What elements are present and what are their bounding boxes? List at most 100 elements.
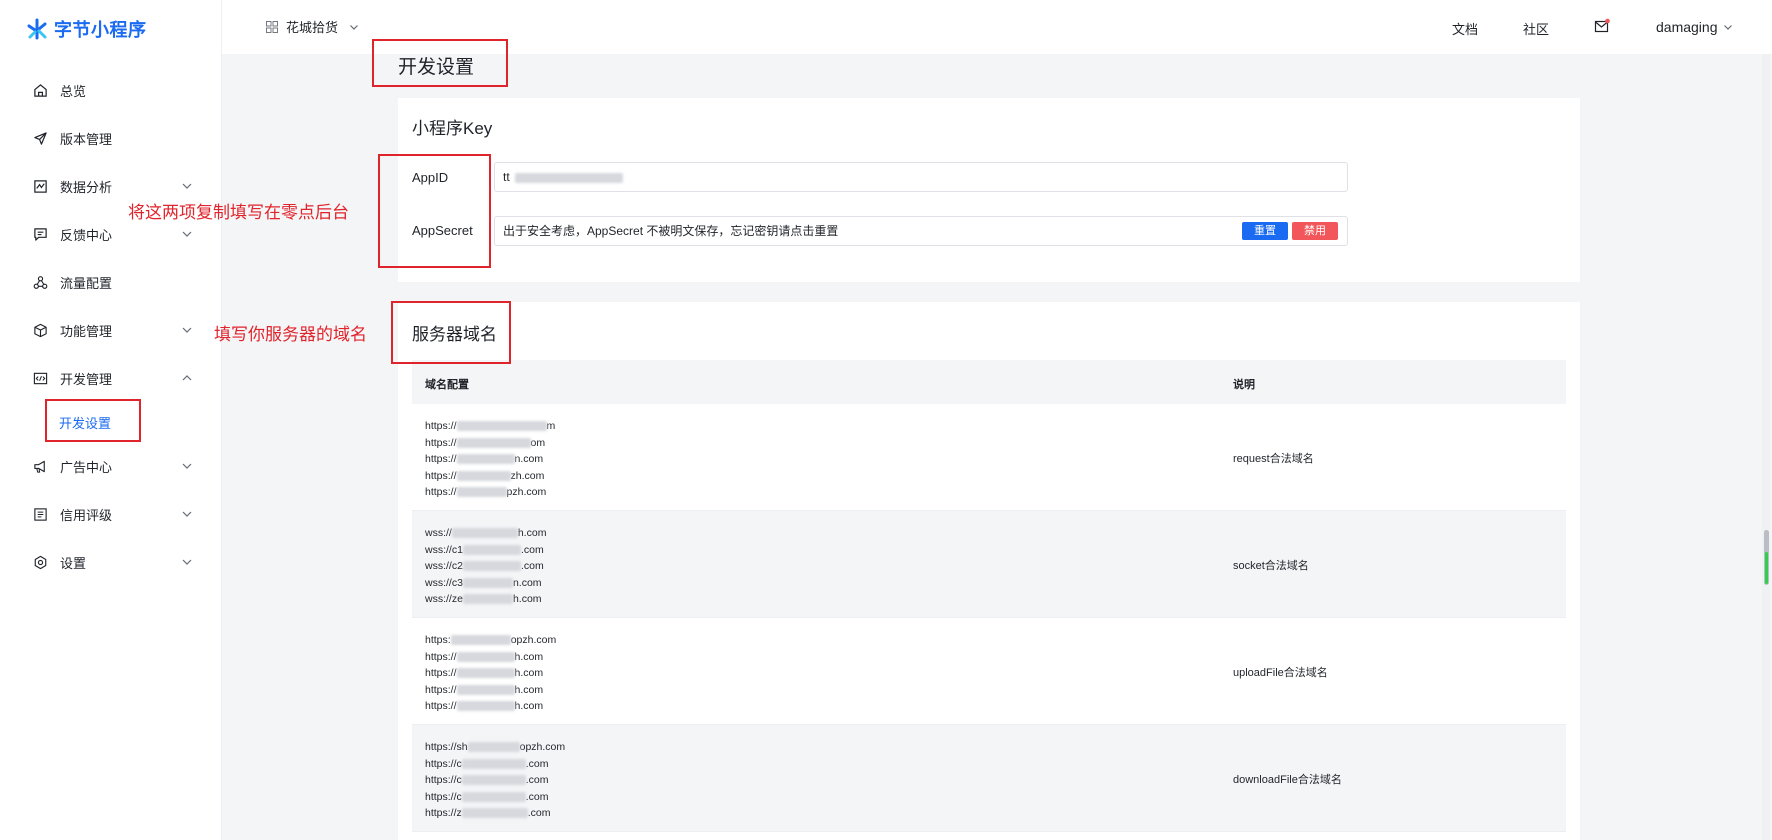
app-switcher[interactable]: 花城拾货 <box>266 17 360 36</box>
sidebar-item-label: 广告中心 <box>60 459 113 475</box>
sidebar-nav: 总览 版本管理 数据分析 反馈中心 流量配置 功能管理 开发管理 开发设置 广告… <box>0 66 222 586</box>
sidebar-item-label: 总览 <box>60 83 87 99</box>
mail-icon[interactable] <box>1594 18 1610 34</box>
domain-suffix: .com <box>520 560 544 572</box>
annotation-domain-note: 填写你服务器的域名 <box>214 325 367 344</box>
sidebar-item-credit[interactable]: 信用评级 <box>0 490 222 538</box>
chevron-down-icon <box>182 231 192 237</box>
domain-description: downloadFile合法域名 <box>1233 774 1342 786</box>
domain-prefix: https://c <box>425 757 462 770</box>
domain-prefix: wss:// <box>425 527 452 539</box>
brand-name: 字节小程序 <box>54 20 147 40</box>
sidebar-item-features[interactable]: 功能管理 <box>0 306 222 354</box>
domain-prefix: https:// <box>425 486 457 498</box>
sidebar-item-label: 版本管理 <box>60 131 113 147</box>
scrollbar-track[interactable] <box>1762 54 1770 840</box>
user-menu[interactable]: damaging <box>1656 19 1734 35</box>
column-header-desc: 说明 <box>1233 379 1255 391</box>
domain-prefix: https:// <box>425 469 457 482</box>
annotation-box-page-title <box>372 39 508 87</box>
sidebar-item-versions[interactable]: 版本管理 <box>0 114 222 162</box>
user-name: damaging <box>1656 19 1718 35</box>
domain-prefix: https:// <box>425 436 457 449</box>
app-name: 花城拾货 <box>286 20 339 35</box>
column-header-domain: 域名配置 <box>425 379 469 391</box>
share-icon <box>32 274 48 290</box>
sidebar-item-label: 开发管理 <box>60 371 113 387</box>
appid-field[interactable]: tt <box>494 162 1348 192</box>
domain-prefix: https://c <box>425 774 462 786</box>
appsecret-hint: 出于安全考虑，AppSecret 不被明文保存，忘记密钥请点击重置 <box>503 224 839 238</box>
reset-secret-button[interactable]: 重置 <box>1242 222 1288 240</box>
domain-suffix: om <box>530 436 546 449</box>
domain-prefix: wss://c2 <box>425 560 463 572</box>
domain-prefix: https:// <box>425 420 457 432</box>
domain-suffix: .com <box>525 757 549 770</box>
domain-suffix: .com <box>527 807 551 819</box>
appid-redaction <box>515 172 624 183</box>
domain-description: socket合法域名 <box>1233 560 1309 572</box>
domain-prefix: https:// <box>425 650 457 663</box>
domain-prefix: wss://c1 <box>425 543 463 556</box>
annotation-copy-note: 将这两项复制填写在零点后台 <box>128 203 349 222</box>
annotation-box-dev-settings <box>45 399 141 442</box>
sidebar-item-label: 反馈中心 <box>60 227 113 243</box>
chevron-down-icon <box>1723 25 1732 30</box>
appid-value: tt <box>503 170 510 184</box>
domain-suffix: h.com <box>517 527 547 539</box>
code-icon <box>32 370 48 386</box>
domain-prefix: https://sh <box>425 741 468 753</box>
domain-prefix: https://c <box>425 790 462 803</box>
sidebar-item-label: 数据分析 <box>60 179 113 195</box>
domain-suffix: h.com <box>514 683 544 696</box>
domain-list: https: opzh.com https:// h.com https:// h.c… <box>425 632 556 715</box>
domain-prefix: https:// <box>425 683 457 696</box>
domain-suffix: h.com <box>512 593 542 605</box>
annotation-box-key-labels <box>378 154 491 268</box>
domain-suffix: h.com <box>514 700 544 712</box>
sidebar-item-traffic[interactable]: 流量配置 <box>0 258 222 306</box>
docs-link[interactable]: 文档 <box>1452 19 1478 38</box>
domain-suffix: .com <box>525 774 549 786</box>
sidebar-item-label: 信用评级 <box>60 507 113 523</box>
domain-list: https://sh opzh.com https://c .com https:/… <box>425 739 565 822</box>
domain-prefix: https:// <box>425 700 457 712</box>
table-header: 域名配置 说明 <box>412 360 1566 404</box>
domain-prefix: https:// <box>425 667 457 679</box>
settings-icon <box>32 554 48 570</box>
sidebar-item-label: 功能管理 <box>60 323 113 339</box>
app-key-title: 小程序Key <box>412 119 493 138</box>
sidebar-item-development[interactable]: 开发管理 <box>0 354 222 402</box>
domain-suffix: n.com <box>512 576 542 589</box>
chevron-down-icon <box>182 327 192 333</box>
domain-suffix: h.com <box>514 650 544 663</box>
disable-secret-button[interactable]: 禁用 <box>1292 222 1338 240</box>
server-domain-card: 服务器域名 域名配置 说明 https://m https://om https… <box>398 302 1580 840</box>
sidebar-item-ads[interactable]: 广告中心 <box>0 442 222 490</box>
cube-icon <box>32 322 48 338</box>
chevron-up-icon <box>182 375 192 381</box>
domain-suffix: m <box>546 420 556 432</box>
chevron-down-icon <box>182 183 192 189</box>
scroll-indicator <box>1765 552 1768 584</box>
chevron-down-icon <box>182 463 192 469</box>
chart-icon <box>32 178 48 194</box>
chevron-down-icon <box>182 559 192 565</box>
domain-suffix: n.com <box>514 453 544 465</box>
document-icon <box>32 506 48 522</box>
domain-list: https:// m https:// om https:// n.com https… <box>425 418 555 501</box>
sidebar-item-label: 设置 <box>60 555 87 571</box>
chevron-down-icon <box>350 24 358 30</box>
sidebar-item-settings[interactable]: 设置 <box>0 538 222 586</box>
chevron-down-icon <box>182 511 192 517</box>
community-link[interactable]: 社区 <box>1523 19 1549 38</box>
message-icon <box>32 226 48 242</box>
domain-suffix: opzh.com <box>519 741 566 753</box>
home-icon <box>32 82 48 98</box>
sidebar-item-overview[interactable]: 总览 <box>0 66 222 114</box>
megaphone-icon <box>32 458 48 474</box>
brand-logo[interactable]: 字节小程序 <box>26 16 147 42</box>
domain-suffix: zh.com <box>510 469 545 482</box>
domain-list: wss:// h.com wss://c1 .com wss://c2 .com ws… <box>425 525 546 608</box>
app-key-card: 小程序Key AppID tt AppSecret 出于安全考虑，AppSecr… <box>398 98 1580 282</box>
